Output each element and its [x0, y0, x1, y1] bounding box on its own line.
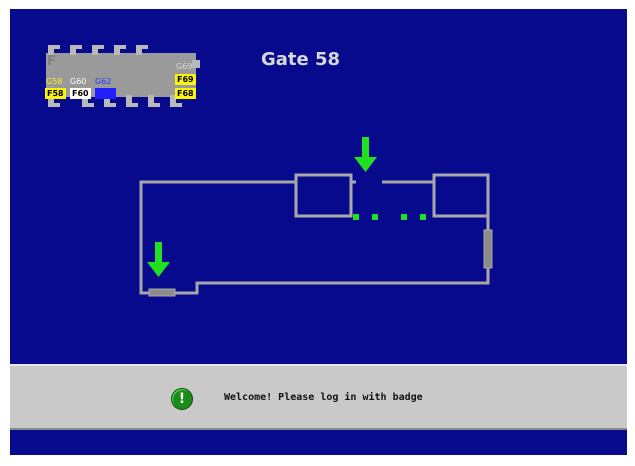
floor-plan-wall	[139, 180, 490, 295]
exclamation-icon: !	[171, 388, 193, 410]
floor-plan-door	[148, 288, 176, 297]
gate-marker	[420, 214, 426, 220]
gate-marker	[401, 214, 407, 220]
gate-marker	[353, 214, 359, 220]
kiosk-screen: F G58 G60 G62 G69 F58 F60 F62 F69 F68 Ga…	[10, 9, 627, 455]
floor-plan-door	[483, 229, 493, 269]
gate-marker	[372, 214, 378, 220]
status-bar: ! Welcome! Please log in with badge	[10, 364, 627, 430]
down-arrow-icon	[354, 137, 377, 172]
floor-plan-room	[294, 173, 353, 218]
status-message: Welcome! Please log in with badge	[224, 392, 423, 403]
down-arrow-icon	[147, 242, 170, 277]
floor-plan-room	[432, 173, 490, 218]
